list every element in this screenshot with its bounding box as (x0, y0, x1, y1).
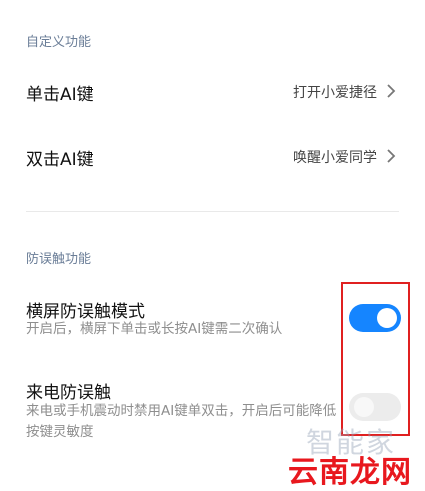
landscape-mode-description: 开启后，横屏下单击或长按AI键需二次确认 (26, 321, 283, 337)
highlight-box (341, 282, 410, 436)
double-click-label: 双击AI键 (26, 150, 94, 170)
incoming-call-description: 来电或手机震动时禁用AI键单双击，开启后可能降低按键灵敏度 (26, 403, 337, 440)
anti-mistouch-section-title: 防误触功能 (26, 252, 92, 267)
double-click-value: 唤醒小爱同学 (293, 150, 377, 166)
single-click-value: 打开小爱捷径 (293, 85, 377, 101)
incoming-call-label: 来电防误触 (26, 383, 111, 403)
custom-section-title: 自定义功能 (26, 35, 92, 50)
section-divider (26, 211, 399, 212)
chevron-right-icon (387, 84, 396, 98)
single-click-label: 单击AI键 (26, 85, 94, 105)
chevron-right-icon (387, 149, 396, 163)
watermark-bottom: 云南龙网 (288, 455, 412, 490)
